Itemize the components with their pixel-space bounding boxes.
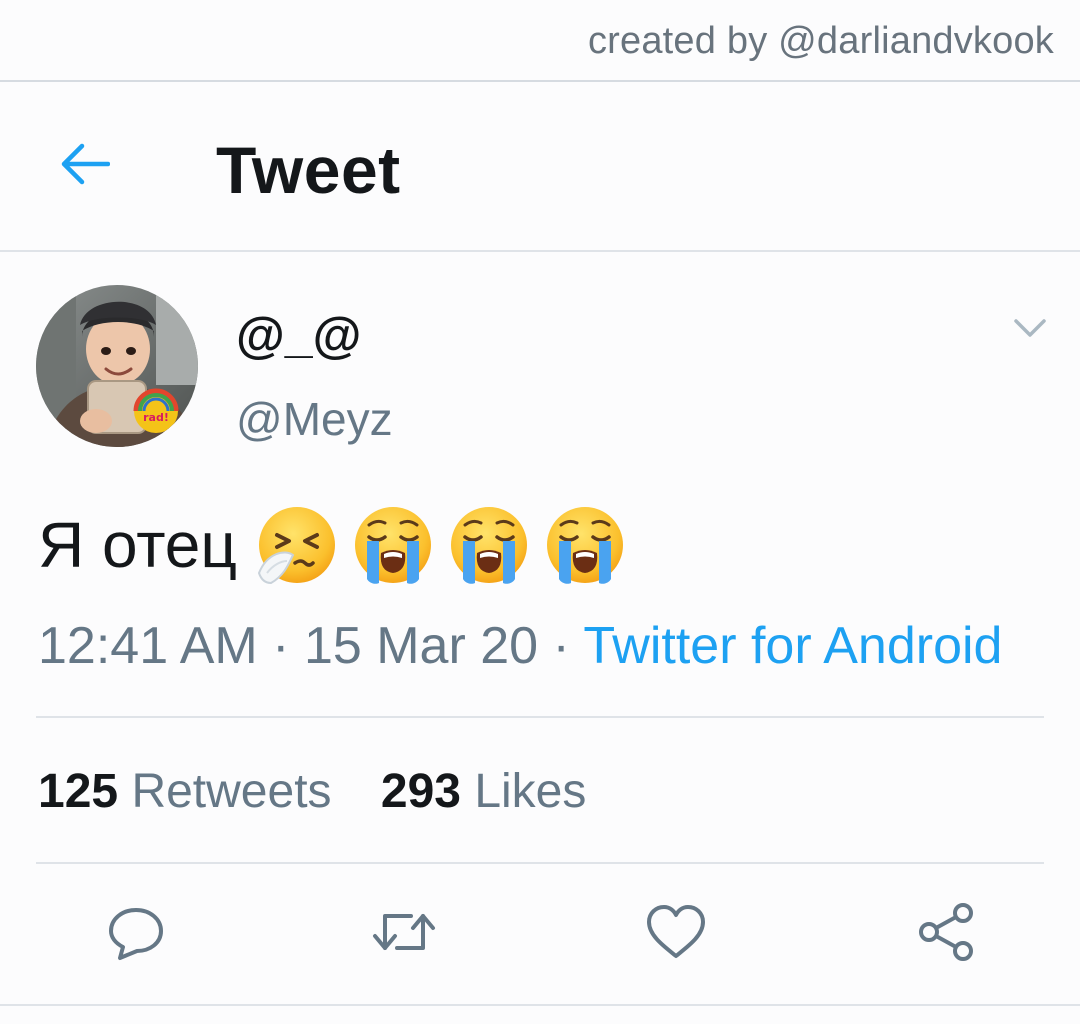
retweets-label: Retweets <box>131 765 332 818</box>
user-handle[interactable]: @Meyz <box>236 392 393 446</box>
likes-count: 293 <box>380 765 461 818</box>
like-button[interactable] <box>640 896 712 968</box>
back-button[interactable] <box>52 132 116 196</box>
retweet-button[interactable] <box>368 896 440 968</box>
watermark-text: created by @darliandvkook <box>587 20 1054 62</box>
share-button[interactable] <box>910 896 982 968</box>
chevron-down-icon <box>1014 319 1046 337</box>
reply-button[interactable] <box>100 896 172 968</box>
divider <box>36 862 1044 864</box>
arrow-left-icon <box>61 143 110 185</box>
sneezing-face-emoji-icon <box>257 507 336 585</box>
divider <box>36 716 1044 718</box>
avatar[interactable]: rad! <box>36 285 198 447</box>
loudly-crying-face-emoji-icon <box>355 507 432 584</box>
page-title: Tweet <box>216 133 401 207</box>
tweet-meta: 12:41 AM · 15 Mar 20 · Twitter for Andro… <box>38 616 1002 676</box>
reply-icon <box>109 908 163 960</box>
svg-text:rad!: rad! <box>143 411 169 424</box>
avatar-image: rad! <box>36 285 198 447</box>
meta-separator: · <box>272 617 290 675</box>
tweet-source-link[interactable]: Twitter for Android <box>583 617 1002 675</box>
loudly-crying-face-emoji-icon <box>451 507 528 584</box>
retweet-icon <box>373 914 435 950</box>
tweet-header: Tweet <box>0 82 1080 252</box>
likes-label: Likes <box>474 765 587 818</box>
retweets-count: 125 <box>38 765 119 818</box>
retweets-stat[interactable]: 125 Retweets <box>38 764 332 819</box>
like-icon <box>647 905 705 958</box>
share-icon <box>919 903 973 961</box>
tweet-time: 12:41 AM <box>38 617 258 675</box>
tweet-stats: 125 Retweets 293 Likes <box>38 764 622 819</box>
more-options-button[interactable] <box>1008 310 1052 346</box>
tweet-body-text: Я отец <box>38 509 238 581</box>
tweet-text: Я отец <box>38 500 639 590</box>
likes-stat[interactable]: 293 Likes <box>381 764 587 819</box>
loudly-crying-face-emoji-icon <box>547 507 624 584</box>
meta-separator: · <box>552 617 570 675</box>
bottom-divider <box>0 1004 1080 1006</box>
watermark-bar: created by @darliandvkook <box>0 0 1080 82</box>
display-name[interactable]: @_@ <box>236 306 361 364</box>
tweet-date: 15 Mar 20 <box>303 617 539 675</box>
